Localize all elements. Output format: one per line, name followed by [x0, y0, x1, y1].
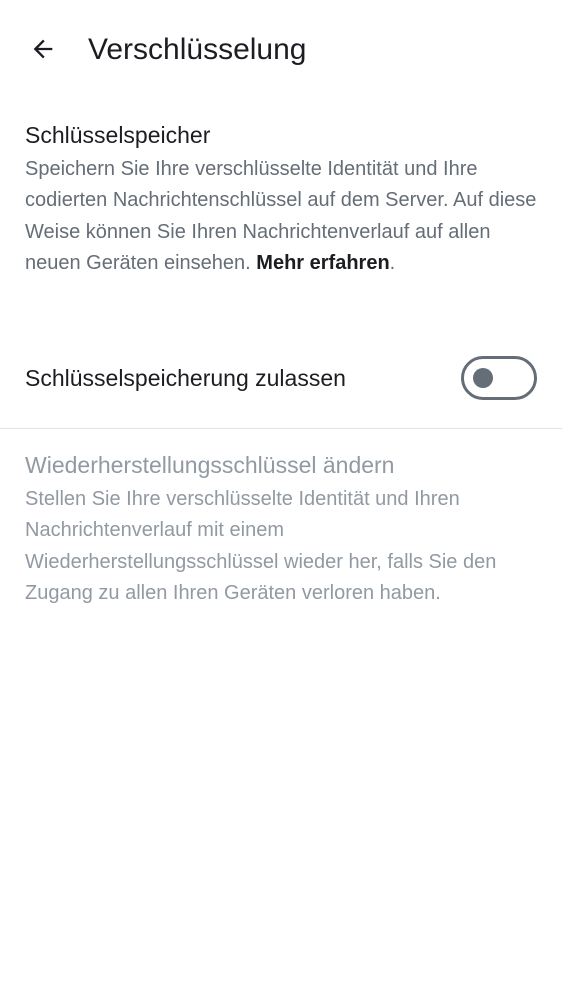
page-title: Verschlüsselung — [88, 33, 307, 66]
key-storage-description: Speichern Sie Ihre verschlüsselte Identi… — [25, 154, 537, 279]
key-storage-title: Schlüsselspeicher — [25, 122, 211, 148]
switch-knob — [473, 368, 493, 388]
key-storage-section: Schlüsselspeicher Speichern Sie Ihre ver… — [25, 120, 537, 279]
top-app-bar: Verschlüsselung — [0, 0, 562, 100]
recovery-key-description: Stellen Sie Ihre verschlüsselte Identitä… — [25, 488, 497, 604]
back-button[interactable] — [20, 26, 66, 72]
allow-key-storage-switch[interactable] — [461, 356, 537, 400]
section-divider — [0, 428, 562, 429]
allow-key-storage-row[interactable]: Schlüsselspeicherung zulassen — [25, 352, 537, 404]
recovery-key-title: Wiederherstellungsschlüssel ändern — [25, 452, 395, 478]
description-period: . — [389, 251, 396, 274]
recovery-key-section: Wiederherstellungsschlüssel ändern Stell… — [25, 450, 537, 609]
arrow-left-icon — [29, 35, 57, 63]
allow-key-storage-label: Schlüsselspeicherung zulassen — [25, 365, 346, 391]
learn-more-link[interactable]: Mehr erfahren — [256, 252, 389, 274]
